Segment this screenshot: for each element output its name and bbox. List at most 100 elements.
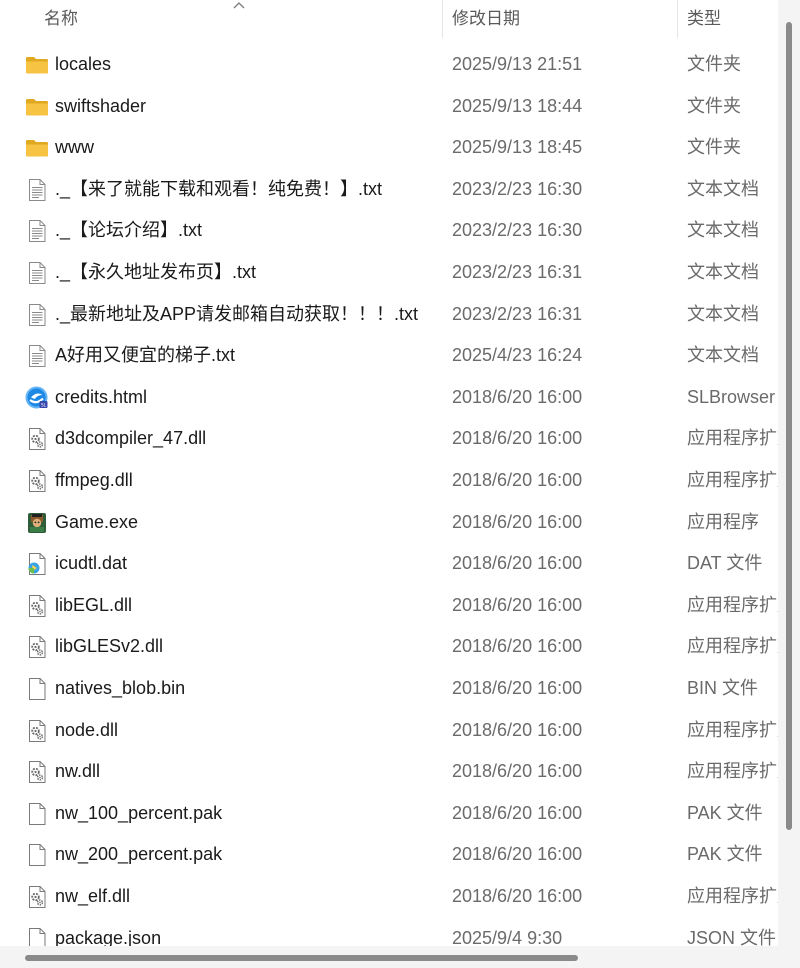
column-divider[interactable]: [677, 0, 678, 38]
file-row[interactable]: natives_blob.bin 2018/6/20 16:00 BIN 文件: [0, 668, 778, 710]
file-name: libGLESv2.dll: [55, 636, 164, 657]
file-modified-date: 2018/6/20 16:00: [452, 553, 583, 574]
file-name: ffmpeg.dll: [55, 470, 133, 490]
file-type: 文本文档: [687, 262, 759, 282]
file-row[interactable]: A好用又便宜的梯子.txt 2025/4/23 16:24 文本文档: [0, 335, 778, 377]
file-row[interactable]: d3dcompiler_47.dll 2018/6/20 16:00 应用程序扩展: [0, 418, 778, 460]
file-name: swiftshader: [55, 95, 147, 116]
file-name: nw_100_percent.pak: [55, 802, 223, 823]
dll-file-icon: [25, 719, 49, 743]
file-name: libEGL.dll: [55, 594, 133, 615]
file-type: 应用程序扩展: [687, 719, 778, 740]
column-header-type[interactable]: 类型: [687, 0, 721, 38]
file-name: Game.exe: [55, 511, 139, 532]
horizontal-scrollbar-thumb[interactable]: [25, 955, 578, 961]
file-row[interactable]: SL credits.html 2018/6/20 16:00 SLBrowser: [0, 377, 778, 419]
media-file-icon: [25, 552, 49, 576]
file-type: BIN 文件: [687, 678, 759, 698]
file-row[interactable]: Game.exe 2018/6/20 16:00 应用程序: [0, 502, 778, 544]
file-name: d3dcompiler_47.dll: [55, 428, 207, 449]
file-row[interactable]: nw_100_percent.pak 2018/6/20 16:00 PAK 文件: [0, 793, 778, 835]
file-modified-date: 2018/6/20 16:00: [452, 719, 583, 740]
folder-icon: [25, 95, 49, 119]
file-row[interactable]: swiftshader 2025/9/13 18:44 文件夹: [0, 86, 778, 128]
text-file-icon: [25, 261, 49, 285]
file-type: DAT 文件: [687, 553, 763, 574]
file-row[interactable]: nw_elf.dll 2018/6/20 16:00 应用程序扩展: [0, 876, 778, 918]
file-name: locales: [55, 54, 112, 74]
browser-icon: SL: [25, 386, 49, 410]
file-name: www: [55, 137, 94, 158]
column-header: 名称 修改日期 类型: [0, 0, 778, 38]
file-type: SLBrowser: [687, 386, 776, 407]
file-modified-date: 2025/9/13 18:45: [452, 137, 583, 158]
file-modified-date: 2023/2/23 16:30: [452, 178, 583, 199]
file-modified-date: 2018/6/20 16:00: [452, 802, 583, 823]
file-modified-date: 2023/2/23 16:31: [452, 262, 583, 282]
file-type: PAK 文件: [687, 802, 763, 823]
blank-file-icon: [25, 843, 49, 867]
file-name: icudtl.dat: [55, 553, 128, 574]
file-name: credits.html: [55, 386, 148, 407]
file-type: 应用程序扩展: [687, 761, 778, 782]
file-type: 应用程序扩展: [687, 886, 778, 906]
file-type: 文件夹: [687, 95, 741, 116]
vertical-scrollbar-thumb[interactable]: [786, 22, 792, 830]
file-row[interactable]: ._【来了就能下载和观看！纯免费！】.txt 2023/2/23 16:30 文本文…: [0, 169, 778, 211]
dll-file-icon: [25, 635, 49, 659]
file-modified-date: 2018/6/20 16:00: [452, 511, 583, 532]
file-name: A好用又便宜的梯子.txt: [55, 345, 236, 366]
game-exe-icon: [25, 511, 49, 535]
dll-file-icon: [25, 427, 49, 451]
file-modified-date: 2018/6/20 16:00: [452, 636, 583, 657]
file-modified-date: 2025/9/13 21:51: [452, 54, 583, 74]
file-modified-date: 2023/2/23 16:31: [452, 303, 583, 324]
file-row[interactable]: ffmpeg.dll 2018/6/20 16:00 应用程序扩展: [0, 460, 778, 502]
text-file-icon: [25, 303, 49, 327]
column-header-name[interactable]: 名称: [44, 0, 78, 38]
file-modified-date: 2025/4/23 16:24: [452, 345, 583, 366]
file-type: 应用程序扩展: [687, 470, 778, 490]
folder-icon: [25, 136, 49, 160]
text-file-icon: [25, 219, 49, 243]
blank-file-icon: [25, 802, 49, 826]
sort-ascending-icon[interactable]: [232, 0, 246, 10]
file-name: nw_elf.dll: [55, 886, 131, 906]
dll-file-icon: [25, 885, 49, 909]
file-modified-date: 2018/6/20 16:00: [452, 386, 583, 407]
column-header-date[interactable]: 修改日期: [452, 0, 520, 38]
file-row[interactable]: nw_200_percent.pak 2018/6/20 16:00 PAK 文件: [0, 834, 778, 876]
file-row[interactable]: node.dll 2018/6/20 16:00 应用程序扩展: [0, 710, 778, 752]
file-modified-date: 2018/6/20 16:00: [452, 428, 583, 449]
dll-file-icon: [25, 594, 49, 618]
file-modified-date: 2018/6/20 16:00: [452, 678, 583, 698]
file-row[interactable]: ._【论坛介绍】.txt 2023/2/23 16:30 文本文档: [0, 210, 778, 252]
svg-text:SL: SL: [41, 402, 47, 408]
file-type: 文本文档: [687, 345, 759, 366]
file-type: 应用程序扩展: [687, 428, 778, 449]
file-row[interactable]: www 2025/9/13 18:45 文件夹: [0, 127, 778, 169]
file-type: 应用程序扩展: [687, 594, 778, 615]
blank-file-icon: [25, 677, 49, 701]
dll-file-icon: [25, 760, 49, 784]
file-type: 文本文档: [687, 178, 759, 199]
file-row[interactable]: locales 2025/9/13 21:51 文件夹: [0, 44, 778, 86]
file-row[interactable]: libEGL.dll 2018/6/20 16:00 应用程序扩展: [0, 585, 778, 627]
folder-icon: [25, 53, 49, 77]
file-name: nw.dll: [55, 761, 101, 782]
file-modified-date: 2023/2/23 16:30: [452, 220, 583, 241]
column-divider[interactable]: [442, 0, 443, 38]
file-row[interactable]: ._最新地址及APP请发邮箱自动获取！！！.txt 2023/2/23 16:31…: [0, 294, 778, 336]
text-file-icon: [25, 344, 49, 368]
file-modified-date: 2025/9/13 18:44: [452, 95, 583, 116]
file-row[interactable]: icudtl.dat 2018/6/20 16:00 DAT 文件: [0, 543, 778, 585]
file-row[interactable]: ._【永久地址发布页】.txt 2023/2/23 16:31 文本文档: [0, 252, 778, 294]
file-row[interactable]: nw.dll 2018/6/20 16:00 应用程序扩展: [0, 751, 778, 793]
dll-file-icon: [25, 469, 49, 493]
file-modified-date: 2018/6/20 16:00: [452, 594, 583, 615]
file-name: ._最新地址及APP请发邮箱自动获取！！！.txt: [55, 303, 419, 324]
file-name: ._【来了就能下载和观看！纯免费！】.txt: [55, 178, 383, 199]
file-name: nw_200_percent.pak: [55, 844, 223, 865]
file-modified-date: 2018/6/20 16:00: [452, 886, 583, 906]
file-row[interactable]: libGLESv2.dll 2018/6/20 16:00 应用程序扩展: [0, 626, 778, 668]
